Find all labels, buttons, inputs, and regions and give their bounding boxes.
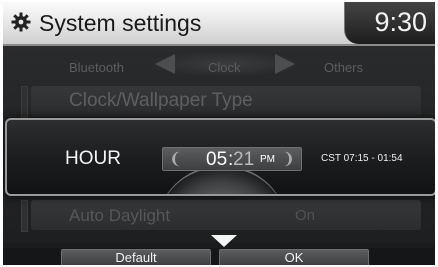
tab-bluetooth[interactable]: Bluetooth (69, 60, 124, 75)
default-button[interactable]: Default (61, 249, 211, 265)
gear-icon (11, 12, 31, 32)
tab-others[interactable]: Others (324, 60, 363, 75)
tab-right-arrow-icon[interactable] (275, 54, 295, 74)
clock-display: 9:30 (344, 2, 435, 44)
tab-clock[interactable]: Clock (208, 60, 241, 75)
timezone-info: CST 07:15 - 01:54 (321, 153, 403, 164)
tab-left-arrow-icon[interactable] (155, 54, 175, 74)
scroll-down-icon[interactable] (211, 235, 237, 247)
ok-button[interactable]: OK (219, 249, 369, 265)
setting-label-auto-daylight: Auto Daylight (69, 206, 171, 225)
setting-label-clock-wallpaper: Clock/Wallpaper Type (69, 90, 253, 111)
time-minute: 21 (233, 149, 255, 170)
decrease-bracket-icon: ❨ (169, 151, 183, 168)
setting-value-auto-daylight: On (295, 207, 316, 224)
increase-bracket-icon: ❩ (281, 151, 295, 168)
time-ampm: PM (260, 154, 275, 165)
row-marker (21, 200, 28, 232)
popup-label: HOUR (65, 148, 121, 169)
clock-time: 9:30 (374, 7, 427, 37)
time-hour: 05 (206, 149, 228, 170)
screen: System settings 9:30 Bluetooth Clock Oth… (3, 2, 435, 265)
header-bar: System settings 9:30 (3, 2, 435, 46)
row-marker (21, 86, 28, 118)
time-field[interactable]: ❨ 05 : 21 PM ❩ (162, 147, 302, 171)
hour-adjust-popup: HOUR ❨ 05 : 21 PM ❩ CST 07:15 - 01:54 (5, 118, 435, 196)
page-title: System settings (39, 10, 202, 36)
